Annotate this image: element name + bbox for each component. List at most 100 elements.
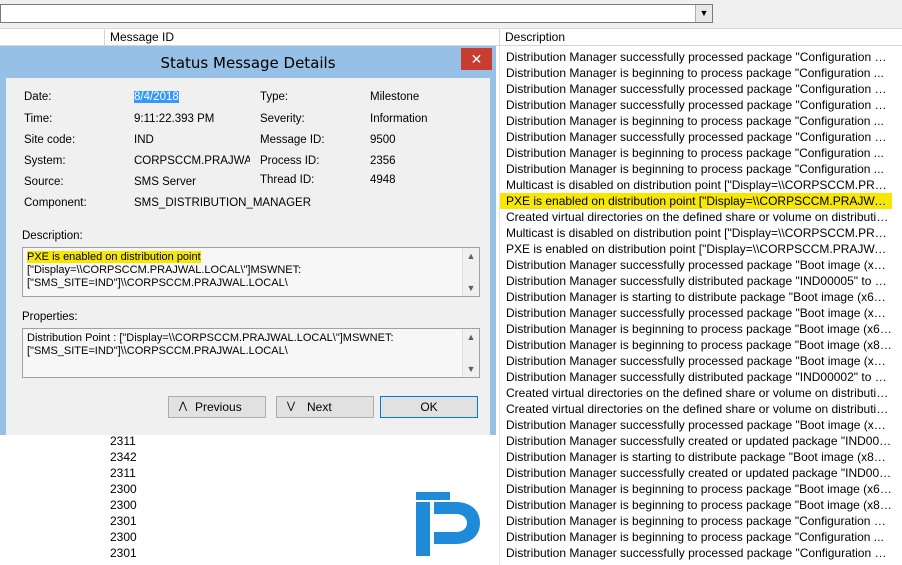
dialog-title: Status Message Details	[160, 54, 336, 72]
list-row-description[interactable]: Distribution Manager successfully proces…	[500, 129, 892, 145]
description-scrollbar[interactable]: ▲ ▼	[462, 248, 479, 296]
list-row-description[interactable]: Distribution Manager successfully proces…	[500, 97, 892, 113]
chevron-up-icon: ⋀	[178, 401, 188, 412]
list-row-description[interactable]: Distribution Manager is beginning to pro…	[500, 145, 892, 161]
list-row-description[interactable]: Created virtual directories on the defin…	[500, 385, 892, 401]
properties-label: Properties:	[22, 311, 78, 323]
component-value: SMS_DISTRIBUTION_MANAGER	[134, 197, 311, 209]
list-row-message-id[interactable]: 2300	[110, 481, 170, 497]
ok-button[interactable]: OK	[380, 396, 478, 418]
list-header: Message ID Description	[0, 29, 902, 46]
severity-label: Severity:	[260, 113, 305, 125]
list-row-message-id[interactable]: 2301	[110, 545, 170, 561]
list-row-message-id[interactable]: 2301	[110, 513, 170, 529]
list-row-description[interactable]: PXE is enabled on distribution point ["D…	[500, 193, 892, 209]
scroll-up-icon[interactable]: ▲	[463, 329, 479, 345]
list-row-description[interactable]: Distribution Manager successfully proces…	[500, 353, 892, 369]
column-header-label: Description	[505, 30, 566, 44]
message-id-label: Message ID:	[260, 134, 325, 146]
close-icon: ✕	[470, 51, 483, 67]
process-id-value: 2356	[370, 155, 396, 167]
scroll-up-icon[interactable]: ▲	[463, 248, 479, 264]
previous-button[interactable]: ⋀ Previous	[168, 396, 266, 418]
date-value[interactable]: 8/4/2018	[134, 91, 179, 103]
list-row-description[interactable]: Distribution Manager successfully create…	[500, 465, 892, 481]
source-label: Source:	[24, 176, 64, 188]
list-row-description[interactable]: PXE is enabled on distribution point ["D…	[500, 241, 892, 257]
list-row-description[interactable]: Distribution Manager is starting to dist…	[500, 289, 892, 305]
list-row-description[interactable]: Distribution Manager is beginning to pro…	[500, 481, 892, 497]
site-code-label: Site code:	[24, 134, 76, 146]
description-textbox[interactable]: PXE is enabled on distribution point ["D…	[22, 247, 480, 297]
site-code-value: IND	[134, 134, 154, 146]
list-row-description[interactable]: Distribution Manager successfully proces…	[500, 49, 892, 65]
time-label: Time:	[24, 113, 53, 125]
list-row-description[interactable]: Distribution Manager is beginning to pro…	[500, 65, 892, 81]
list-row-description[interactable]: Distribution Manager is beginning to pro…	[500, 337, 892, 353]
list-row-description[interactable]: Distribution Manager is beginning to pro…	[500, 497, 892, 513]
list-row-description[interactable]: Created virtual directories on the defin…	[500, 401, 892, 417]
list-row-description[interactable]: Distribution Manager is beginning to pro…	[500, 529, 892, 545]
component-label: Component:	[24, 197, 87, 209]
description-rest: ["Display=\\CORPSCCM.PRAJWAL.LOCAL\"]MSW…	[27, 264, 302, 289]
scroll-down-icon[interactable]: ▼	[463, 280, 479, 296]
properties-scrollbar[interactable]: ▲ ▼	[462, 329, 479, 377]
description-label: Description:	[22, 230, 83, 242]
ok-label: OK	[420, 400, 438, 414]
description-highlight: PXE is enabled on distribution point	[27, 251, 201, 263]
previous-label: Previous	[195, 400, 242, 414]
list-row-description[interactable]: Distribution Manager successfully distri…	[500, 273, 892, 289]
column-header-description[interactable]: Description	[499, 29, 902, 46]
list-row-description[interactable]: Created virtual directories on the defin…	[500, 209, 892, 225]
list-row-message-id[interactable]: 2311	[110, 433, 170, 449]
list-row-message-id[interactable]: 2300	[110, 529, 170, 545]
message-id-column: 2311 2342 2311 2300 2300 2301 2300 2301	[110, 433, 170, 561]
column-header-message-id[interactable]: Message ID	[104, 29, 499, 46]
severity-value: Information	[370, 113, 428, 125]
list-row-description[interactable]: Distribution Manager successfully proces…	[500, 81, 892, 97]
close-button[interactable]: ✕	[461, 48, 492, 70]
list-row-description[interactable]: Distribution Manager successfully distri…	[500, 369, 892, 385]
prajwal-logo-icon	[416, 492, 480, 556]
system-label: System:	[24, 155, 66, 167]
list-row-description[interactable]: Distribution Manager is starting to dist…	[500, 449, 892, 465]
thread-id-value: 4948	[370, 174, 396, 186]
list-row-description[interactable]: Distribution Manager is beginning to pro…	[500, 513, 892, 529]
toolbar: ▼	[0, 0, 902, 29]
properties-textbox[interactable]: Distribution Point : ["Display=\\CORPSCC…	[22, 328, 480, 378]
list-row-message-id[interactable]: 2300	[110, 497, 170, 513]
chevron-down-icon: ⋁	[286, 401, 296, 412]
list-row-description[interactable]: Distribution Manager is beginning to pro…	[500, 113, 892, 129]
status-message-details-dialog: Status Message Details ✕ Date: 8/4/2018 …	[0, 46, 496, 435]
type-label: Type:	[260, 91, 289, 103]
list-row-description[interactable]: Distribution Manager is beginning to pro…	[500, 321, 892, 337]
system-value: CORPSCCM.PRAJWAL.L	[134, 155, 250, 167]
list-row-message-id[interactable]: 2311	[110, 465, 170, 481]
type-value: Milestone	[370, 91, 420, 103]
dialog-titlebar[interactable]: Status Message Details ✕	[0, 46, 496, 78]
date-text: 8/4/2018	[134, 91, 179, 103]
dropdown-arrow-icon[interactable]: ▼	[695, 5, 712, 22]
thread-id-label: Thread ID:	[260, 174, 315, 186]
list-row-description[interactable]: Multicast is disabled on distribution po…	[500, 225, 892, 241]
list-row-description[interactable]: Distribution Manager successfully proces…	[500, 545, 892, 561]
scroll-down-icon[interactable]: ▼	[463, 361, 479, 377]
time-value: 9:11:22.393 PM	[134, 113, 215, 125]
list-row-description[interactable]: Multicast is disabled on distribution po…	[500, 177, 892, 193]
list-row-description[interactable]: Distribution Manager successfully proces…	[500, 417, 892, 433]
properties-text: Distribution Point : ["Display=\\CORPSCC…	[27, 332, 394, 357]
message-id-value: 9500	[370, 134, 396, 146]
list-row-description[interactable]: Distribution Manager successfully create…	[500, 433, 892, 449]
date-label: Date:	[24, 91, 52, 103]
list-row-description[interactable]: Distribution Manager successfully proces…	[500, 257, 892, 273]
description-text: PXE is enabled on distribution point ["D…	[27, 251, 462, 290]
dialog-body: Date: 8/4/2018 Time: 9:11:22.393 PM Site…	[6, 78, 490, 435]
filter-combobox[interactable]: ▼	[0, 4, 713, 23]
list-row-description[interactable]: Distribution Manager is beginning to pro…	[500, 161, 892, 177]
next-button[interactable]: ⋁ Next	[276, 396, 374, 418]
description-column: Distribution Manager successfully proces…	[500, 49, 900, 561]
column-header-label: Message ID	[110, 30, 175, 44]
source-value: SMS Server	[134, 176, 196, 188]
list-row-message-id[interactable]: 2342	[110, 449, 170, 465]
list-row-description[interactable]: Distribution Manager successfully proces…	[500, 305, 892, 321]
